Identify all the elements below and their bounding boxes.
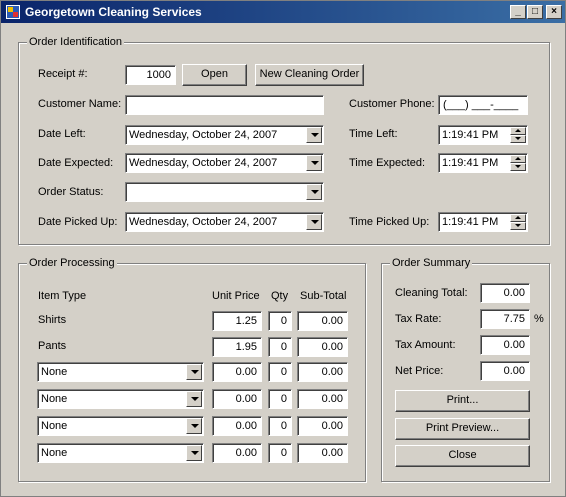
unit-price-input[interactable]: 0.00 bbox=[212, 362, 262, 382]
app-window: Georgetown Cleaning Services _ □ × Order… bbox=[0, 0, 566, 497]
net-price-label: Net Price: bbox=[395, 365, 444, 377]
chevron-down-icon[interactable] bbox=[306, 127, 322, 143]
item-type-value: None bbox=[41, 366, 68, 378]
customer-phone-input[interactable]: (___) ___-____ bbox=[438, 95, 528, 115]
item-label-shirts: Shirts bbox=[38, 314, 67, 326]
new-cleaning-order-button[interactable]: New Cleaning Order bbox=[255, 64, 364, 86]
tax-amount-input[interactable]: 0.00 bbox=[480, 335, 530, 355]
date-left-picker[interactable]: Wednesday, October 24, 2007 bbox=[125, 125, 324, 145]
customer-phone-label: Customer Phone: bbox=[349, 98, 435, 110]
qty-input[interactable]: 0 bbox=[268, 362, 292, 382]
item-label-pants: Pants bbox=[38, 340, 67, 352]
unit-price-input[interactable]: 0.00 bbox=[212, 416, 262, 436]
sub-total-input[interactable]: 0.00 bbox=[297, 311, 348, 331]
date-picked-up-value: Wednesday, October 24, 2007 bbox=[129, 216, 278, 228]
sub-total-input[interactable]: 0.00 bbox=[297, 389, 348, 409]
qty-input[interactable]: 0 bbox=[268, 443, 292, 463]
date-expected-value: Wednesday, October 24, 2007 bbox=[129, 157, 278, 169]
header-item-type: Item Type bbox=[38, 290, 87, 302]
sub-total-input[interactable]: 0.00 bbox=[297, 337, 348, 357]
time-left-picker[interactable]: 1:19:41 PM bbox=[438, 125, 528, 145]
item-type-dropdown[interactable]: None bbox=[37, 389, 204, 409]
header-unit-price: Unit Price bbox=[212, 290, 260, 302]
qty-input[interactable]: 0 bbox=[268, 389, 292, 409]
date-expected-picker[interactable]: Wednesday, October 24, 2007 bbox=[125, 153, 324, 173]
time-expected-label: Time Expected: bbox=[349, 157, 426, 169]
order-identification-label: Order Identification bbox=[27, 36, 124, 48]
chevron-down-icon[interactable] bbox=[306, 155, 322, 171]
spin-down-icon[interactable] bbox=[510, 163, 526, 171]
print-button[interactable]: Print... bbox=[395, 390, 530, 412]
qty-input[interactable]: 0 bbox=[268, 337, 292, 357]
time-picked-up-picker[interactable]: 1:19:41 PM bbox=[438, 212, 528, 232]
percent-label: % bbox=[534, 313, 544, 325]
maximize-button[interactable]: □ bbox=[527, 5, 543, 19]
order-processing-label: Order Processing bbox=[27, 257, 117, 269]
minimize-button[interactable]: _ bbox=[510, 5, 526, 19]
time-left-label: Time Left: bbox=[349, 128, 398, 140]
date-picked-up-label: Date Picked Up: bbox=[38, 216, 118, 228]
item-type-dropdown[interactable]: None bbox=[37, 362, 204, 382]
time-picked-up-label: Time Picked Up: bbox=[349, 216, 430, 228]
spin-buttons[interactable] bbox=[510, 127, 526, 143]
chevron-down-icon[interactable] bbox=[186, 391, 202, 407]
item-type-dropdown[interactable]: None bbox=[37, 416, 204, 436]
unit-price-input[interactable]: 0.00 bbox=[212, 389, 262, 409]
spin-down-icon[interactable] bbox=[510, 222, 526, 230]
time-expected-value: 1:19:41 PM bbox=[442, 157, 499, 169]
chevron-down-icon[interactable] bbox=[306, 214, 322, 230]
customer-name-label: Customer Name: bbox=[38, 98, 122, 110]
chevron-down-icon[interactable] bbox=[186, 364, 202, 380]
sub-total-input[interactable]: 0.00 bbox=[297, 416, 348, 436]
date-picked-up-picker[interactable]: Wednesday, October 24, 2007 bbox=[125, 212, 324, 232]
time-picked-up-value: 1:19:41 PM bbox=[442, 216, 499, 228]
app-icon bbox=[6, 5, 20, 19]
close-window-button[interactable]: × bbox=[546, 5, 562, 19]
unit-price-input[interactable]: 1.95 bbox=[212, 337, 262, 357]
tax-amount-label: Tax Amount: bbox=[395, 339, 456, 351]
close-button[interactable]: Close bbox=[395, 445, 530, 467]
qty-input[interactable]: 0 bbox=[268, 311, 292, 331]
customer-name-input[interactable] bbox=[125, 95, 324, 115]
spin-up-icon[interactable] bbox=[510, 155, 526, 163]
print-preview-button[interactable]: Print Preview... bbox=[395, 418, 530, 440]
window-title: Georgetown Cleaning Services bbox=[25, 5, 202, 19]
receipt-label: Receipt #: bbox=[38, 68, 88, 80]
date-left-value: Wednesday, October 24, 2007 bbox=[129, 129, 278, 141]
unit-price-input[interactable]: 1.25 bbox=[212, 311, 262, 331]
chevron-down-icon[interactable] bbox=[186, 418, 202, 434]
item-type-value: None bbox=[41, 447, 68, 459]
cleaning-total-label: Cleaning Total: bbox=[395, 287, 468, 299]
sub-total-input[interactable]: 0.00 bbox=[297, 443, 348, 463]
chevron-down-icon[interactable] bbox=[186, 445, 202, 461]
header-sub-total: Sub-Total bbox=[300, 290, 347, 302]
cleaning-total-input[interactable]: 0.00 bbox=[480, 283, 530, 303]
receipt-input[interactable]: 1000 bbox=[125, 65, 176, 85]
chevron-down-icon[interactable] bbox=[306, 184, 322, 200]
spin-buttons[interactable] bbox=[510, 155, 526, 171]
unit-price-input[interactable]: 0.00 bbox=[212, 443, 262, 463]
order-status-dropdown[interactable] bbox=[125, 182, 324, 202]
spin-up-icon[interactable] bbox=[510, 127, 526, 135]
spin-buttons[interactable] bbox=[510, 214, 526, 230]
spin-down-icon[interactable] bbox=[510, 135, 526, 143]
tax-rate-label: Tax Rate: bbox=[395, 313, 442, 325]
tax-rate-input[interactable]: 7.75 bbox=[480, 309, 530, 329]
qty-input[interactable]: 0 bbox=[268, 416, 292, 436]
date-expected-label: Date Expected: bbox=[38, 157, 114, 169]
item-type-dropdown[interactable]: None bbox=[37, 443, 204, 463]
title-bar[interactable]: Georgetown Cleaning Services _ □ × bbox=[1, 1, 565, 23]
item-type-value: None bbox=[41, 393, 68, 405]
open-button[interactable]: Open bbox=[182, 64, 247, 86]
order-status-label: Order Status: bbox=[38, 186, 104, 198]
header-qty: Qty bbox=[271, 290, 289, 302]
date-left-label: Date Left: bbox=[38, 128, 86, 140]
spin-up-icon[interactable] bbox=[510, 214, 526, 222]
item-type-value: None bbox=[41, 420, 68, 432]
order-summary-label: Order Summary bbox=[390, 257, 473, 269]
time-left-value: 1:19:41 PM bbox=[442, 129, 499, 141]
time-expected-picker[interactable]: 1:19:41 PM bbox=[438, 153, 528, 173]
sub-total-input[interactable]: 0.00 bbox=[297, 362, 348, 382]
net-price-input[interactable]: 0.00 bbox=[480, 361, 530, 381]
